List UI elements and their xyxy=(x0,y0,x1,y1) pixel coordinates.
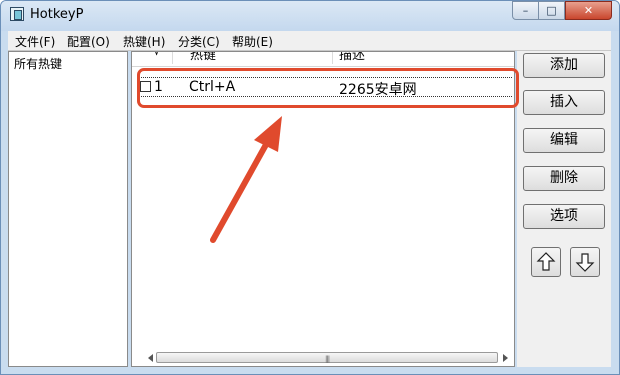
annotation-arrow xyxy=(210,116,282,243)
